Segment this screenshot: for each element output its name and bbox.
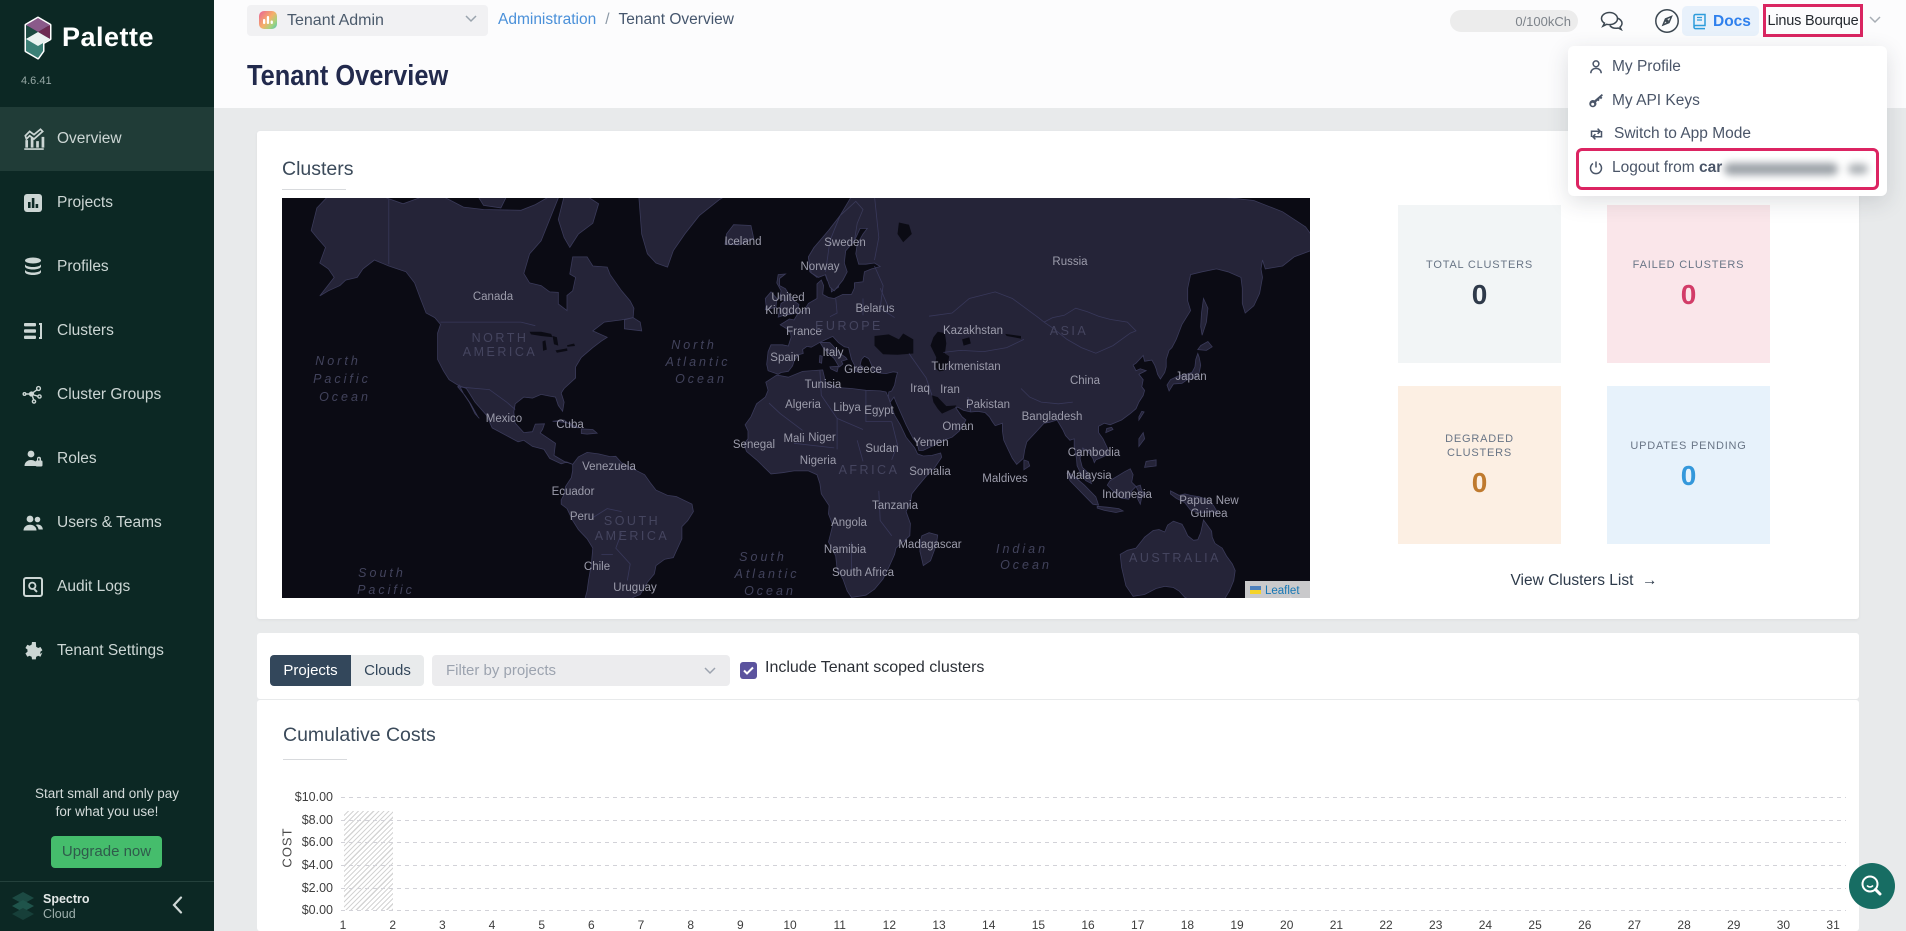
svg-text:North: North [315, 354, 361, 368]
svg-text:Leaflet: Leaflet [1265, 585, 1300, 597]
svg-text:Algeria: Algeria [785, 399, 821, 411]
svg-text:Ecuador: Ecuador [552, 486, 595, 498]
svg-text:Libya: Libya [833, 402, 861, 414]
svg-text:Sweden: Sweden [824, 237, 866, 249]
svg-text:Egypt: Egypt [864, 405, 894, 417]
svg-text:Russia: Russia [1052, 256, 1088, 268]
svg-text:Atlantic: Atlantic [665, 355, 731, 369]
svg-text:Papua New: Papua New [1179, 495, 1239, 507]
svg-text:Niger: Niger [808, 432, 836, 444]
svg-text:Belarus: Belarus [856, 303, 895, 315]
svg-text:Sudan: Sudan [865, 443, 898, 455]
svg-text:Norway: Norway [801, 261, 840, 273]
svg-text:Italy: Italy [822, 347, 843, 359]
svg-text:Ocean: Ocean [1000, 558, 1052, 572]
svg-text:EUROPE: EUROPE [815, 319, 883, 333]
svg-text:Cuba: Cuba [556, 419, 584, 431]
svg-text:SOUTH: SOUTH [604, 514, 660, 528]
svg-text:Spain: Spain [770, 352, 799, 364]
svg-text:Cambodia: Cambodia [1068, 447, 1121, 459]
svg-text:Indian: Indian [996, 542, 1048, 556]
svg-text:Maldives: Maldives [982, 473, 1028, 485]
svg-text:Pacific: Pacific [313, 372, 371, 386]
svg-text:South: South [358, 566, 406, 580]
svg-text:AMERICA: AMERICA [463, 345, 537, 359]
svg-text:Ocean: Ocean [319, 390, 371, 404]
svg-text:Yemen: Yemen [913, 437, 948, 449]
svg-text:Pakistan: Pakistan [966, 399, 1010, 411]
svg-text:Canada: Canada [473, 291, 514, 303]
svg-text:Iran: Iran [940, 384, 960, 396]
svg-text:AMERICA: AMERICA [595, 529, 669, 543]
svg-text:Mali: Mali [783, 433, 804, 445]
svg-text:Peru: Peru [570, 511, 594, 523]
svg-text:Iraq: Iraq [910, 383, 930, 395]
svg-text:Venezuela: Venezuela [582, 461, 636, 473]
svg-text:Ocean: Ocean [675, 372, 727, 386]
svg-text:Namibia: Namibia [824, 544, 867, 556]
svg-text:North: North [671, 338, 717, 352]
svg-text:United: United [771, 292, 804, 304]
svg-text:Japan: Japan [1175, 371, 1206, 383]
svg-text:ASIA: ASIA [1050, 324, 1089, 338]
svg-text:Uruguay: Uruguay [613, 582, 657, 594]
svg-text:Angola: Angola [831, 517, 867, 529]
svg-text:Iceland: Iceland [724, 236, 761, 248]
svg-text:Nigeria: Nigeria [800, 455, 837, 467]
svg-text:Greece: Greece [844, 364, 882, 376]
svg-text:NORTH: NORTH [472, 331, 529, 345]
svg-text:Kingdom: Kingdom [765, 305, 810, 317]
svg-text:Atlantic: Atlantic [734, 567, 800, 581]
svg-text:Bangladesh: Bangladesh [1022, 411, 1083, 423]
svg-text:Oman: Oman [942, 421, 973, 433]
svg-text:Pacific: Pacific [357, 583, 415, 597]
svg-text:South Africa: South Africa [832, 567, 895, 579]
svg-text:Malaysia: Malaysia [1066, 470, 1112, 482]
svg-text:AUSTRALIA: AUSTRALIA [1129, 551, 1221, 565]
svg-text:Turkmenistan: Turkmenistan [931, 361, 1000, 373]
svg-text:Chile: Chile [584, 561, 610, 573]
svg-text:Kazakhstan: Kazakhstan [943, 325, 1003, 337]
svg-text:South: South [739, 550, 787, 564]
svg-text:Somalia: Somalia [909, 466, 951, 478]
svg-text:Madagascar: Madagascar [898, 539, 961, 551]
svg-text:Tanzania: Tanzania [872, 500, 919, 512]
svg-text:Indonesia: Indonesia [1102, 489, 1152, 501]
svg-text:Ocean: Ocean [744, 584, 796, 598]
svg-text:Mexico: Mexico [486, 413, 522, 425]
svg-text:AFRICA: AFRICA [839, 463, 900, 477]
svg-text:Senegal: Senegal [733, 439, 775, 451]
svg-text:China: China [1070, 375, 1101, 387]
svg-text:Tunisia: Tunisia [805, 379, 842, 391]
svg-text:Guinea: Guinea [1190, 508, 1228, 520]
